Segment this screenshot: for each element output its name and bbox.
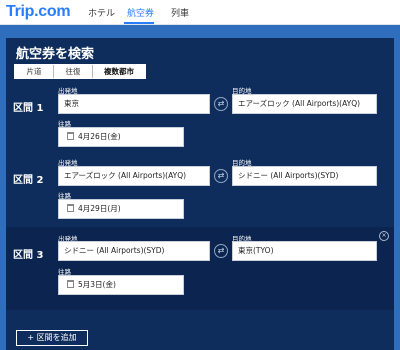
date-value: 5月3日(金)	[78, 280, 116, 289]
from-field[interactable]: シドニー (All Airports)(SYD)	[58, 241, 210, 261]
trip-type-tabs: 片道 往復 複数都市	[14, 64, 146, 79]
swap-icon[interactable]: ⇄	[214, 244, 228, 258]
segment-2: 区間 2 出発地 エアーズロック (All Airports)(AYQ) ⇄ 目…	[6, 154, 394, 219]
tab-round-trip[interactable]: 往復	[54, 65, 93, 78]
nav-active-indicator	[124, 22, 154, 24]
date-field[interactable]: 5月3日(金)	[58, 275, 184, 295]
segment-3: × 区間 3 出発地 シドニー (All Airports)(SYD) ⇄ 目的…	[6, 227, 394, 310]
add-segment-button[interactable]: + 区間を追加	[16, 330, 88, 346]
segment-label: 区間 1	[13, 103, 44, 114]
logo[interactable]: Trip.com	[6, 3, 71, 21]
to-field[interactable]: シドニー (All Airports)(SYD)	[232, 166, 377, 186]
from-field[interactable]: エアーズロック (All Airports)(AYQ)	[58, 166, 210, 186]
to-field[interactable]: エアーズロック (All Airports)(AYQ)	[232, 94, 377, 114]
from-field[interactable]: 東京	[58, 94, 210, 114]
segment-label: 区間 3	[13, 250, 44, 261]
calendar-icon	[67, 132, 74, 140]
close-icon[interactable]: ×	[379, 231, 389, 241]
swap-icon[interactable]: ⇄	[214, 97, 228, 111]
tab-multi-city[interactable]: 複数都市	[93, 65, 145, 78]
top-nav: Trip.com ホテル 航空券 列車	[0, 0, 400, 25]
date-value: 4月29日(月)	[78, 204, 121, 213]
nav-flights[interactable]: 航空券	[127, 6, 154, 19]
date-field[interactable]: 4月26日(金)	[58, 127, 184, 147]
calendar-icon	[67, 204, 74, 212]
swap-icon[interactable]: ⇄	[214, 169, 228, 183]
flight-search-panel: 航空券を検索 片道 往復 複数都市 区間 1 出発地 東京 ⇄ 目的地 エアーズ…	[6, 38, 394, 350]
tab-one-way[interactable]: 片道	[15, 65, 54, 78]
to-field[interactable]: 東京(TYO)	[232, 241, 377, 261]
calendar-icon	[67, 280, 74, 288]
search-title: 航空券を検索	[16, 47, 95, 62]
nav-hotels[interactable]: ホテル	[88, 6, 115, 19]
date-field[interactable]: 4月29日(月)	[58, 199, 184, 219]
date-value: 4月26日(金)	[78, 132, 121, 141]
nav-trains[interactable]: 列車	[171, 6, 189, 19]
segment-label: 区間 2	[13, 175, 44, 186]
segment-1: 区間 1 出発地 東京 ⇄ 目的地 エアーズロック (All Airports)…	[6, 82, 394, 147]
